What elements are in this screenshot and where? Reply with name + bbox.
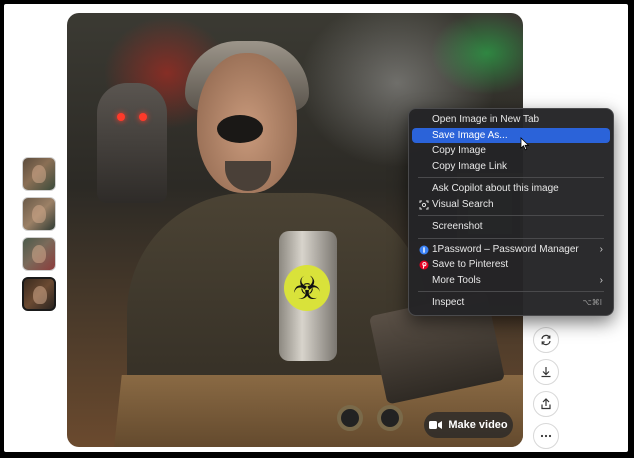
menu-item-1password[interactable]: 1Password – Password Manager ›: [412, 242, 610, 258]
image-actions: [533, 327, 559, 455]
context-menu: Open Image in New Tab Save Image As... C…: [408, 108, 614, 316]
thumbnail-2[interactable]: [22, 197, 56, 231]
menu-item-open-image-new-tab[interactable]: Open Image in New Tab: [412, 112, 610, 128]
download-button[interactable]: [533, 359, 559, 385]
menu-item-save-image-as[interactable]: Save Image As...: [412, 127, 610, 143]
menu-separator: [418, 215, 604, 216]
mouse-cursor-icon: [520, 137, 530, 151]
refresh-icon: [541, 334, 551, 346]
inspect-shortcut: ⌥⌘I: [582, 298, 602, 307]
pinterest-icon: [419, 260, 429, 270]
thumbnail-3[interactable]: [22, 237, 56, 271]
share-button[interactable]: [533, 391, 559, 417]
video-camera-icon: [429, 421, 443, 429]
more-options-button[interactable]: [533, 423, 559, 449]
menu-item-copy-image[interactable]: Copy Image: [412, 143, 610, 159]
menu-item-save-to-pinterest[interactable]: Save to Pinterest: [412, 257, 610, 273]
share-icon: [541, 398, 551, 410]
background-robot: [97, 83, 167, 203]
regenerate-button[interactable]: [533, 327, 559, 353]
biohazard-icon: ☣: [284, 265, 330, 311]
chevron-right-icon: ›: [599, 243, 603, 255]
visual-search-icon: [419, 200, 429, 209]
menu-separator: [418, 237, 604, 239]
download-icon: [541, 367, 551, 378]
thumbnail-1[interactable]: [22, 157, 56, 191]
menu-separator: [418, 177, 604, 178]
menu-item-more-tools[interactable]: More Tools ›: [412, 273, 610, 289]
menu-item-screenshot[interactable]: Screenshot: [412, 219, 610, 235]
goggles: [337, 405, 407, 431]
menu-item-inspect[interactable]: Inspect ⌥⌘I: [412, 295, 610, 311]
eyepatch: [217, 115, 263, 143]
more-icon: [540, 434, 552, 438]
thumbnail-strip: [22, 157, 56, 317]
menu-separator: [418, 291, 604, 292]
chevron-right-icon: ›: [599, 274, 603, 286]
menu-item-copy-image-link[interactable]: Copy Image Link: [412, 159, 610, 175]
thumbnail-4-selected[interactable]: [22, 277, 56, 311]
menu-item-visual-search[interactable]: Visual Search: [412, 197, 610, 213]
menu-item-ask-copilot[interactable]: Ask Copilot about this image: [412, 181, 610, 197]
make-video-button[interactable]: Make video: [424, 412, 513, 438]
1password-icon: [419, 245, 429, 254]
make-video-label: Make video: [448, 419, 508, 431]
